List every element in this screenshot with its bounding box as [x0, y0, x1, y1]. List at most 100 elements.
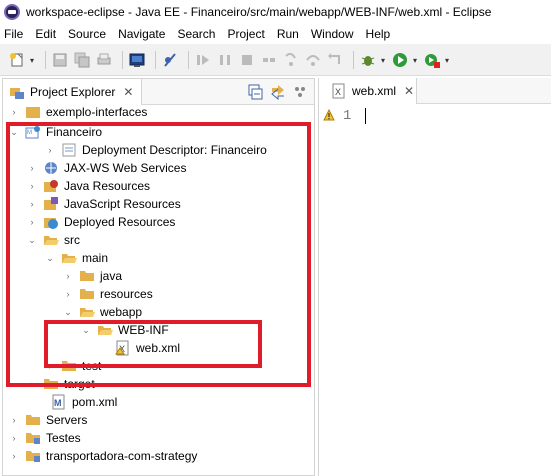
run-dropdown-icon[interactable]: ▾ — [413, 56, 420, 65]
tab-web-xml[interactable]: X web.xml ✕ — [319, 78, 417, 104]
menu-search[interactable]: Search — [177, 27, 215, 41]
tree-item-deployed-resources[interactable]: › Deployed Resources — [27, 213, 175, 231]
javascript-resources-icon — [43, 196, 59, 212]
tab-project-explorer[interactable]: Project Explorer ✕ — [3, 78, 143, 105]
chevron-right-icon[interactable]: › — [9, 107, 19, 117]
folder-icon — [25, 412, 41, 428]
project-explorer-icon — [10, 87, 24, 99]
tree-item-web-inf[interactable]: ⌄ WEB-INF — [81, 321, 168, 339]
print-icon[interactable] — [95, 51, 113, 69]
tree-item-javascript-resources[interactable]: › JavaScript Resources — [27, 195, 181, 213]
external-tools-icon[interactable] — [423, 51, 441, 69]
suspend-icon[interactable] — [216, 51, 234, 69]
tree-item-webapp[interactable]: ⌄ webapp — [63, 303, 142, 321]
toolbar-separator — [122, 50, 123, 69]
tree-item-src[interactable]: ⌄ src — [27, 231, 80, 249]
tree-item-test[interactable]: › test — [45, 357, 102, 375]
folder-open-icon — [97, 322, 113, 338]
resume-icon[interactable] — [194, 51, 212, 69]
editor-gutter — [319, 106, 355, 474]
link-with-editor-icon[interactable] — [270, 84, 286, 100]
toolbar-separator — [155, 50, 156, 69]
tree-item-financeiro[interactable]: ⌄ M Financeiro — [9, 123, 102, 141]
java-resources-icon — [43, 178, 59, 194]
deployment-descriptor-icon — [61, 142, 77, 158]
terminate-icon[interactable] — [238, 51, 256, 69]
chevron-right-icon[interactable]: › — [27, 163, 37, 173]
tree-item-servers[interactable]: › Servers — [9, 411, 88, 429]
chevron-down-icon[interactable]: ⌄ — [63, 307, 73, 317]
close-icon[interactable]: ✕ — [123, 85, 133, 99]
deployed-resources-icon — [43, 214, 59, 230]
chevron-right-icon[interactable]: › — [9, 433, 19, 443]
tree-item-resources[interactable]: › resources — [63, 285, 153, 303]
close-icon[interactable]: ✕ — [404, 84, 414, 98]
web-services-icon — [43, 160, 59, 176]
tree-label: Financeiro — [46, 125, 103, 139]
tree-item-exemplo-interfaces[interactable]: › exemplo-interfaces — [9, 105, 148, 121]
tree-item-web-xml[interactable]: X web.xml — [109, 339, 180, 357]
tree-item-deployment-descriptor[interactable]: › Deployment Descriptor: Financeiro — [45, 141, 267, 159]
chevron-right-icon[interactable]: › — [45, 361, 55, 371]
tree-item-transportadora[interactable]: › transportadora-com-strategy — [9, 447, 198, 465]
step-into-icon[interactable] — [282, 51, 300, 69]
chevron-right-icon[interactable]: › — [9, 451, 19, 461]
chevron-down-icon[interactable]: ⌄ — [9, 127, 19, 137]
step-over-icon[interactable] — [304, 51, 322, 69]
line-number: 1 — [343, 108, 352, 124]
tree-item-target[interactable]: › target — [27, 375, 95, 393]
menu-edit[interactable]: Edit — [35, 27, 56, 41]
chevron-right-icon[interactable]: › — [63, 271, 73, 281]
skip-breakpoints-icon[interactable] — [161, 51, 179, 69]
tree-label: Deployment Descriptor: Financeiro — [82, 143, 267, 157]
disconnect-icon[interactable] — [260, 51, 278, 69]
view-menu-icon[interactable] — [292, 84, 308, 100]
tree-item-java-resources[interactable]: › Java Resources — [27, 177, 151, 195]
chevron-down-icon[interactable]: ⌄ — [81, 325, 91, 335]
chevron-right-icon[interactable]: › — [45, 145, 55, 155]
chevron-down-icon[interactable]: ⌄ — [27, 235, 37, 245]
menu-navigate[interactable]: Navigate — [118, 27, 165, 41]
tree-item-jaxws[interactable]: › JAX-WS Web Services — [27, 159, 187, 177]
run-icon[interactable] — [391, 51, 409, 69]
tree-item-main[interactable]: ⌄ main — [45, 249, 108, 267]
save-icon[interactable] — [51, 51, 69, 69]
tree-label: pom.xml — [72, 395, 118, 409]
collapse-all-icon[interactable] — [248, 84, 264, 100]
tree-item-pom-xml[interactable]: M pom.xml — [45, 393, 117, 411]
tree-item-java[interactable]: › java — [63, 267, 123, 285]
chevron-right-icon[interactable]: › — [9, 415, 19, 425]
tree-item-testes[interactable]: › Testes — [9, 429, 81, 447]
panel-tools — [242, 84, 308, 100]
chevron-down-icon[interactable]: ⌄ — [45, 253, 55, 263]
window-title: workspace-eclipse - Java EE - Financeiro… — [26, 5, 492, 19]
chevron-right-icon[interactable]: › — [27, 199, 37, 209]
chevron-right-icon[interactable]: › — [63, 289, 73, 299]
new-icon[interactable] — [8, 51, 26, 69]
save-all-icon[interactable] — [73, 51, 91, 69]
new-dropdown-icon[interactable]: ▾ — [30, 56, 37, 65]
warning-icon[interactable] — [323, 109, 335, 121]
svg-text:M: M — [54, 398, 62, 408]
terminal-icon[interactable] — [128, 51, 146, 69]
chevron-right-icon[interactable]: › — [27, 217, 37, 227]
debug-icon[interactable] — [359, 51, 377, 69]
menu-window[interactable]: Window — [311, 27, 354, 41]
toolbar-separator — [45, 50, 46, 69]
tree-label: JavaScript Resources — [64, 197, 181, 211]
text-caret[interactable] — [365, 108, 366, 124]
debug-dropdown-icon[interactable]: ▾ — [381, 56, 388, 65]
menu-help[interactable]: Help — [366, 27, 391, 41]
step-return-icon[interactable] — [326, 51, 344, 69]
tree-label: resources — [100, 287, 153, 301]
menu-project[interactable]: Project — [227, 27, 264, 41]
project-icon — [25, 105, 41, 120]
menu-source[interactable]: Source — [68, 27, 106, 41]
chevron-right-icon[interactable]: › — [27, 379, 37, 389]
menu-file[interactable]: File — [4, 27, 23, 41]
menu-run[interactable]: Run — [277, 27, 299, 41]
folder-open-icon — [43, 232, 59, 248]
maven-pom-icon: M — [51, 394, 67, 410]
external-tools-dropdown-icon[interactable]: ▾ — [445, 56, 452, 65]
chevron-right-icon[interactable]: › — [27, 181, 37, 191]
